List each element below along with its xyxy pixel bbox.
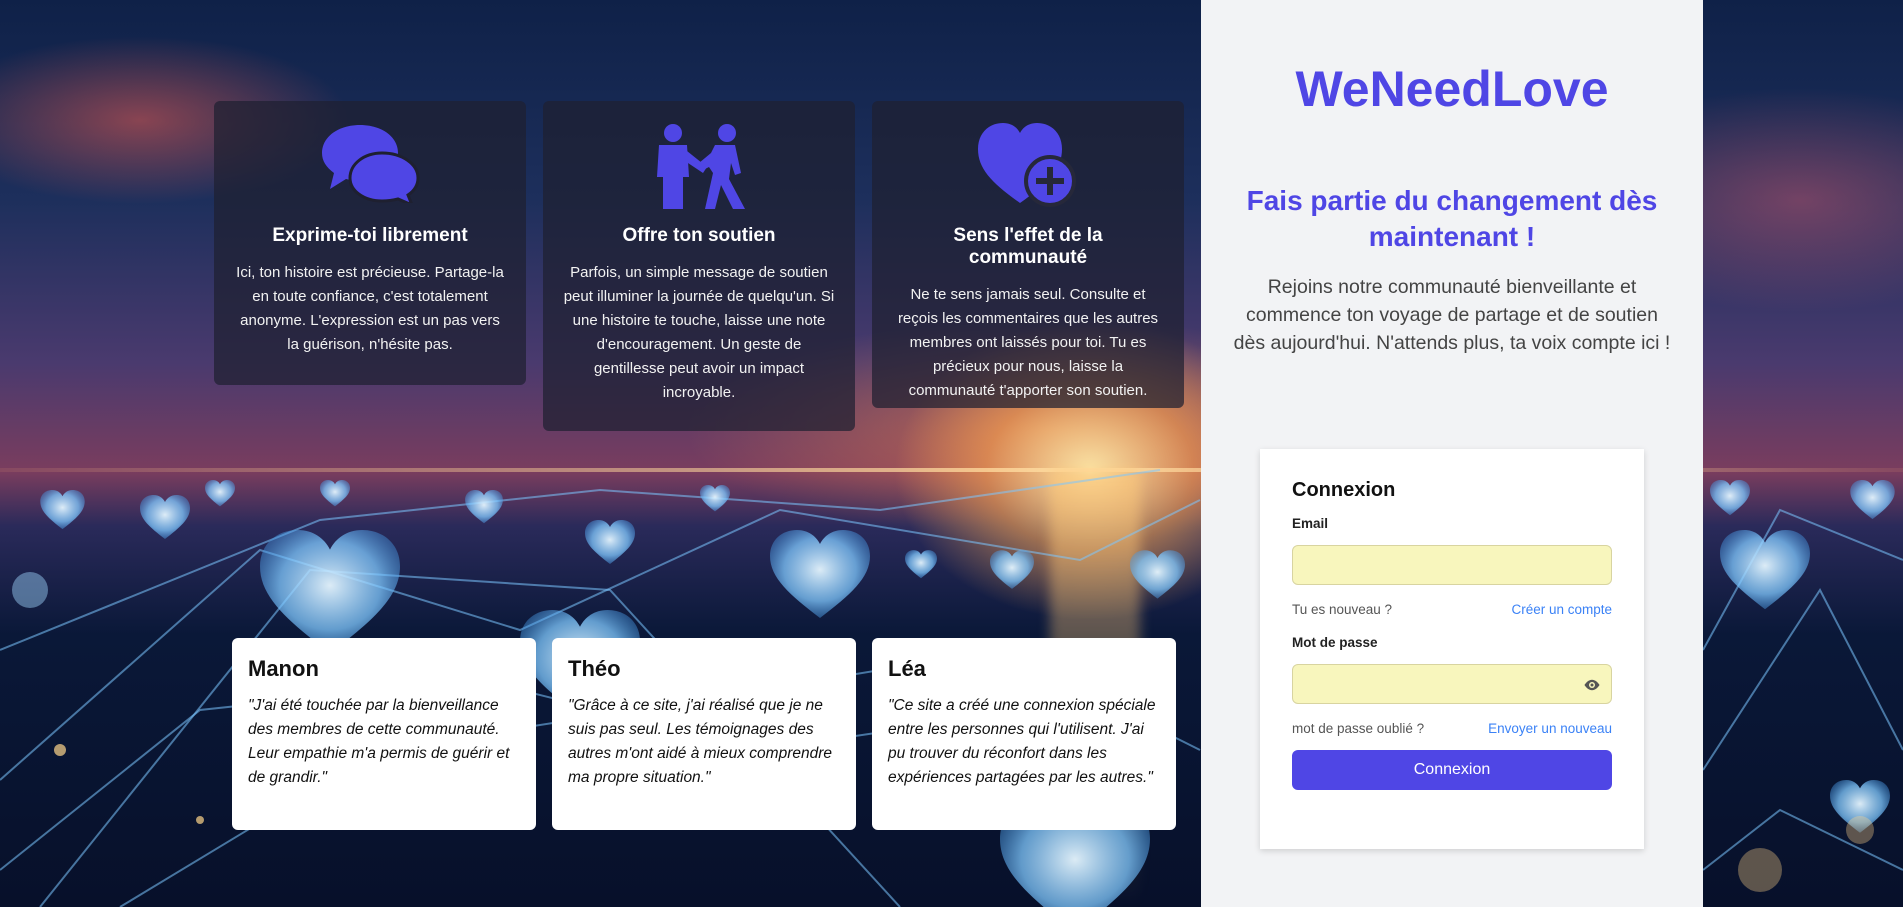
login-button[interactable]: Connexion bbox=[1292, 750, 1612, 790]
feature-title: Sens l'effet de la communauté bbox=[953, 225, 1103, 268]
forgot-password-text: mot de passe oublié ? bbox=[1292, 721, 1425, 736]
testimonial-name: Théo bbox=[568, 656, 621, 681]
feature-card-express: Exprime-toi librement Ici, ton histoire … bbox=[214, 101, 526, 385]
password-label: Mot de passe bbox=[1292, 635, 1378, 650]
testimonial-quote: "Ce site a créé une connexion spéciale e… bbox=[888, 697, 1156, 786]
login-title: Connexion bbox=[1292, 479, 1396, 501]
password-field[interactable] bbox=[1293, 665, 1611, 703]
feature-text: Parfois, un simple message de soutien pe… bbox=[563, 264, 835, 401]
brand-logo: WeNeedLove bbox=[1295, 61, 1609, 117]
new-user-text: Tu es nouveau ? bbox=[1292, 602, 1393, 617]
testimonial-card: Théo "Grâce à ce site, j'ai réalisé que … bbox=[552, 638, 856, 830]
panel-intro: Rejoins notre communauté bienveillante e… bbox=[1233, 276, 1671, 354]
feature-title: Exprime-toi librement bbox=[272, 225, 468, 246]
email-field-wrapper bbox=[1292, 545, 1612, 585]
eye-icon[interactable] bbox=[1583, 676, 1601, 699]
login-form: Connexion Email Tu es nouveau ? Créer un… bbox=[1260, 449, 1644, 849]
forgot-password-row: mot de passe oublié ? Envoyer un nouveau bbox=[1292, 721, 1612, 736]
helping-people-icon bbox=[563, 123, 835, 215]
testimonial-name: Léa bbox=[888, 656, 926, 681]
password-field-wrapper bbox=[1292, 664, 1612, 704]
testimonial-name: Manon bbox=[248, 656, 319, 681]
chat-bubbles-icon bbox=[234, 123, 506, 215]
feature-text: Ici, ton histoire est précieuse. Partage… bbox=[236, 264, 504, 353]
email-field[interactable] bbox=[1293, 546, 1611, 584]
testimonial-card: Manon "J'ai été touchée par la bienveill… bbox=[232, 638, 536, 830]
signup-panel: WeNeedLove Fais partie du changement dès… bbox=[1201, 0, 1703, 907]
feature-title: Offre ton soutien bbox=[622, 225, 776, 246]
email-label: Email bbox=[1292, 516, 1329, 531]
feature-text: Ne te sens jamais seul. Consulte et reço… bbox=[897, 286, 1159, 399]
feature-card-support: Offre ton soutien Parfois, un simple mes… bbox=[543, 101, 855, 431]
send-new-password-link[interactable]: Envoyer un nouveau bbox=[1488, 721, 1612, 736]
testimonial-quote: "Grâce à ce site, j'ai réalisé que je ne… bbox=[568, 697, 833, 786]
panel-tagline: Fais partie du changement dès maintenant… bbox=[1246, 185, 1658, 252]
feature-card-community: Sens l'effet de la communauté Ne te sens… bbox=[872, 101, 1184, 408]
heart-plus-icon bbox=[892, 123, 1164, 215]
new-user-row: Tu es nouveau ? Créer un compte bbox=[1292, 602, 1612, 617]
create-account-link[interactable]: Créer un compte bbox=[1511, 602, 1612, 617]
testimonial-card: Léa "Ce site a créé une connexion spécia… bbox=[872, 638, 1176, 830]
testimonial-quote: "J'ai été touchée par la bienveillance d… bbox=[248, 697, 510, 786]
